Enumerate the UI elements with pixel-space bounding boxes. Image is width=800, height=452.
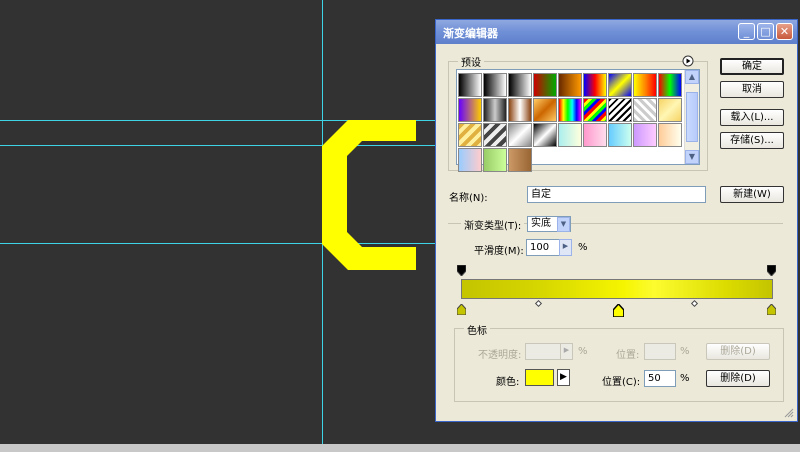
color-stops-group xyxy=(454,328,784,402)
preset-swatch[interactable] xyxy=(608,73,632,97)
preset-swatch[interactable] xyxy=(483,148,507,172)
preset-swatch[interactable] xyxy=(583,73,607,97)
location-input[interactable]: 50 xyxy=(644,370,676,387)
smoothness-input[interactable]: 100 xyxy=(526,239,560,256)
name-input[interactable]: 自定 xyxy=(527,186,706,203)
opacity-location-label: 位置: xyxy=(616,350,640,361)
minimize-icon[interactable]: _ xyxy=(738,23,755,40)
preset-swatch[interactable] xyxy=(508,148,532,172)
gradient-type-label: 渐变类型(T): xyxy=(461,217,525,232)
new-button[interactable]: 新建(W) xyxy=(720,186,784,203)
presets-label: 预设 xyxy=(458,54,484,69)
opacity-location-input xyxy=(644,343,676,360)
presets-scrollbar[interactable]: ▲ ▼ xyxy=(684,70,699,164)
preset-swatch[interactable] xyxy=(558,123,582,147)
smoothness-unit: % xyxy=(578,242,588,253)
opacity-stop-left[interactable] xyxy=(457,265,466,276)
preset-swatch[interactable] xyxy=(633,98,657,122)
opacity-label: 不透明度: xyxy=(478,350,522,361)
color-label: 颜色: xyxy=(496,377,520,388)
presets-menu-icon[interactable] xyxy=(682,55,694,67)
opacity-location-unit: % xyxy=(680,346,690,357)
cancel-button[interactable]: 取消 xyxy=(720,81,784,98)
preset-swatch[interactable] xyxy=(658,73,682,97)
preset-swatch[interactable] xyxy=(558,73,582,97)
color-stop-left[interactable] xyxy=(457,304,466,315)
chevron-down-icon[interactable]: ▼ xyxy=(557,217,570,232)
yellow-bracket-shape xyxy=(322,120,416,270)
smoothness-label: 平滑度(M): xyxy=(474,246,524,257)
preset-swatch[interactable] xyxy=(483,73,507,97)
preset-swatch[interactable] xyxy=(608,98,632,122)
preset-swatch[interactable] xyxy=(558,98,582,122)
color-menu-arrow-icon[interactable]: ▶ xyxy=(557,369,570,386)
color-stop-right[interactable] xyxy=(767,304,776,315)
gradient-preview-bar[interactable] xyxy=(461,279,773,299)
color-stop-selected[interactable] xyxy=(613,304,624,317)
opacity-unit: % xyxy=(578,346,588,357)
delete-color-stop-button[interactable]: 删除(D) xyxy=(706,370,770,387)
preset-swatch[interactable] xyxy=(458,148,482,172)
preset-swatch[interactable] xyxy=(633,123,657,147)
preset-swatch[interactable] xyxy=(533,73,557,97)
preset-swatch[interactable] xyxy=(583,98,607,122)
maximize-icon[interactable]: □ xyxy=(757,23,774,40)
preset-swatch[interactable] xyxy=(533,98,557,122)
location-unit: % xyxy=(680,373,690,384)
preset-swatch[interactable] xyxy=(458,98,482,122)
opacity-stop-right[interactable] xyxy=(767,265,776,276)
midpoint-diamond-left[interactable] xyxy=(534,299,543,308)
title-bar[interactable]: 渐变编辑器 _ □ ✕ xyxy=(436,20,797,44)
opacity-arrow-icon: ▶ xyxy=(560,343,573,360)
preset-swatch[interactable] xyxy=(658,98,682,122)
dialog-title: 渐变编辑器 xyxy=(443,27,498,40)
smoothness-arrow-icon[interactable]: ▶ xyxy=(559,239,572,256)
preset-swatch[interactable] xyxy=(658,123,682,147)
midpoint-diamond-right[interactable] xyxy=(690,299,699,308)
close-icon[interactable]: ✕ xyxy=(776,23,793,40)
delete-opacity-stop-button: 删除(D) xyxy=(706,343,770,360)
name-label: 名称(N): xyxy=(449,193,488,204)
preset-swatch[interactable] xyxy=(583,123,607,147)
scroll-down-icon[interactable]: ▼ xyxy=(685,150,699,164)
preset-swatch[interactable] xyxy=(508,73,532,97)
resize-grip-icon[interactable] xyxy=(784,408,794,418)
presets-swatch-list: ▲ ▼ xyxy=(456,69,700,172)
location-label: 位置(C): xyxy=(602,377,641,388)
preset-swatch[interactable] xyxy=(483,98,507,122)
preset-swatch[interactable] xyxy=(483,123,507,147)
gradient-type-value: 实底 xyxy=(531,218,551,229)
preset-swatch[interactable] xyxy=(508,98,532,122)
save-button[interactable]: 存储(S)... xyxy=(720,132,784,149)
preset-swatch[interactable] xyxy=(458,123,482,147)
scroll-thumb[interactable] xyxy=(686,92,698,142)
preset-swatch[interactable] xyxy=(458,73,482,97)
ok-button[interactable]: 确定 xyxy=(720,58,784,75)
preset-swatch[interactable] xyxy=(608,123,632,147)
color-swatch[interactable] xyxy=(525,369,554,386)
preset-swatch[interactable] xyxy=(633,73,657,97)
canvas-bottom-strip xyxy=(0,444,800,452)
preset-swatch[interactable] xyxy=(533,123,557,147)
color-stops-title: 色标 xyxy=(464,322,490,337)
scroll-up-icon[interactable]: ▲ xyxy=(685,70,699,84)
load-button[interactable]: 载入(L)... xyxy=(720,109,784,126)
gradient-editor-dialog: 渐变编辑器 _ □ ✕ 预设 ▲ ▼ 确定 取消 载入(L)... 存储(S).… xyxy=(435,19,798,422)
preset-swatch[interactable] xyxy=(508,123,532,147)
opacity-input xyxy=(525,343,561,360)
